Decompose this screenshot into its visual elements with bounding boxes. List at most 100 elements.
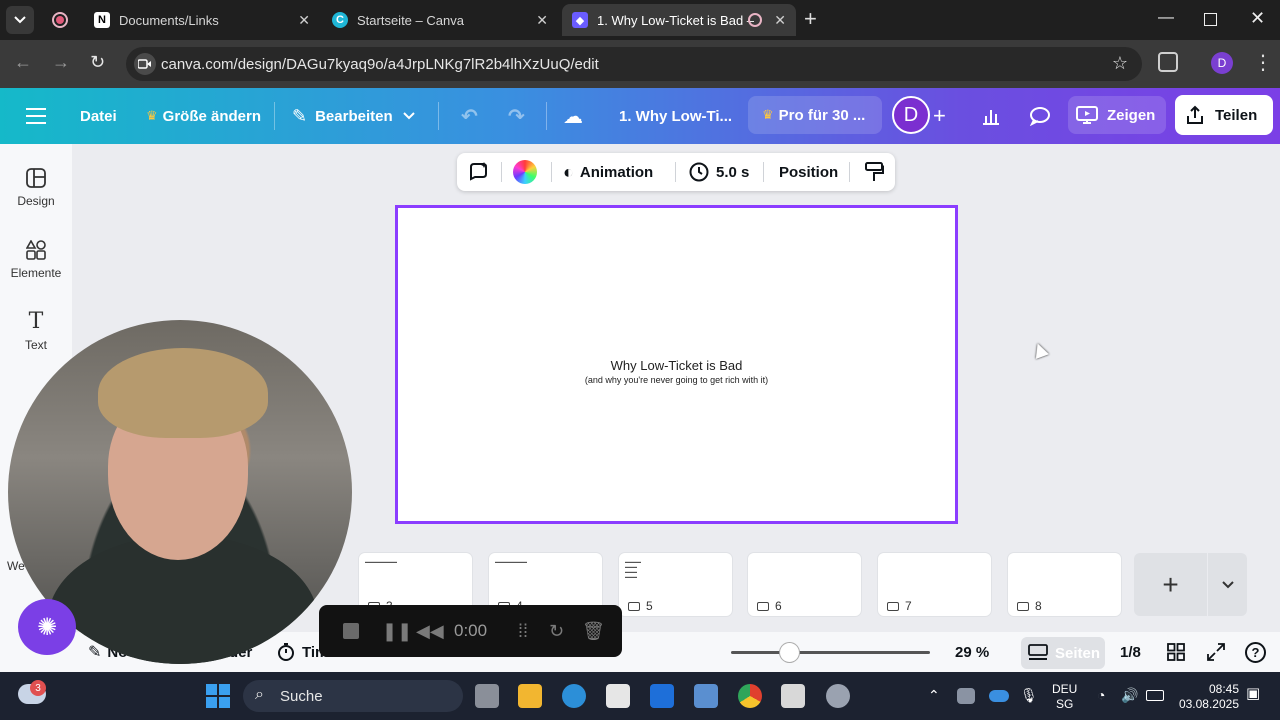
tab-search-button[interactable] — [6, 6, 34, 34]
restart-icon[interactable]: ↻ — [549, 605, 564, 657]
close-icon[interactable]: ✕ — [774, 12, 786, 29]
recorder-app-icon[interactable] — [781, 684, 805, 708]
slide-subtitle[interactable]: (and why you're never going to get rich … — [398, 375, 955, 385]
page-number: 6 — [775, 599, 782, 613]
rewind-icon[interactable]: ◀◀ — [416, 605, 444, 657]
restore-icon[interactable] — [1204, 13, 1217, 26]
clock[interactable]: 08:45 03.08.2025 — [1175, 682, 1239, 712]
sidebar-item-design[interactable]: Design — [0, 168, 72, 208]
task-view-icon[interactable] — [475, 684, 499, 708]
animation-button[interactable]: ◐ Animation — [563, 153, 653, 191]
tray-app-icon[interactable] — [957, 688, 975, 704]
back-icon[interactable]: ← — [14, 52, 32, 73]
magic-assistant-button[interactable]: ✺ — [18, 599, 76, 655]
sidebar-item-label: Text — [24, 338, 47, 352]
page-thumbnail-5[interactable]: ▬▬▬▬ ▬▬▬ ▬▬▬ ▬▬▬ 5 — [619, 553, 732, 616]
tab-startseite-canva[interactable]: C Startseite – Canva ✕ — [322, 4, 558, 36]
present-icon — [1076, 106, 1098, 124]
tab-title: Startseite – Canva — [357, 12, 464, 28]
add-page-options-button[interactable] — [1208, 553, 1247, 616]
present-button[interactable]: Zeigen — [1068, 96, 1166, 134]
menu-icon[interactable] — [26, 108, 46, 129]
pages-view-button[interactable]: Seiten — [1021, 637, 1105, 669]
invite-plus-icon[interactable]: + — [933, 88, 946, 144]
sidebar-item-elements[interactable]: Elemente — [0, 240, 72, 280]
ai-edit-icon[interactable] — [467, 153, 489, 191]
settings-icon[interactable] — [826, 684, 850, 708]
taskbar-search[interactable]: ⌕ Suche — [243, 680, 463, 712]
tab-why-low-ticket[interactable]: ◆ 1. Why Low-Ticket is Bad – ✕ — [562, 4, 796, 36]
microphone-icon[interactable]: 🎙 — [1020, 688, 1038, 703]
crown-icon: ♛ — [762, 107, 774, 122]
browser-tab-strip: N Documents/Links ✕ C Startseite – Canva… — [0, 0, 1280, 40]
app-icon[interactable] — [650, 684, 674, 708]
trash-icon[interactable]: 🗑 — [582, 605, 605, 657]
copy-style-icon[interactable] — [864, 153, 884, 191]
file-explorer-icon[interactable] — [518, 684, 542, 708]
onedrive-icon[interactable] — [989, 690, 1009, 702]
language-indicator[interactable]: DEU SG — [1052, 682, 1077, 712]
document-title[interactable]: 1. Why Low-Ti... — [619, 88, 732, 144]
fullscreen-icon[interactable] — [1207, 632, 1225, 672]
duration-button[interactable]: 5.0 s — [689, 153, 749, 191]
sidebar-item-text[interactable]: T Text — [0, 311, 72, 353]
drag-handle-icon[interactable]: ⁞⁞ — [518, 605, 528, 657]
resize-button[interactable]: ♛ Größe ändern — [146, 88, 261, 144]
close-icon[interactable]: ✕ — [536, 12, 548, 29]
tab-documents-links[interactable]: N Documents/Links ✕ — [84, 4, 320, 36]
extensions-icon[interactable] — [1158, 52, 1178, 72]
animation-label: Animation — [579, 163, 654, 181]
insights-icon[interactable] — [981, 88, 1001, 144]
bookmark-star-icon[interactable]: ☆ — [1112, 53, 1128, 74]
slide-title[interactable]: Why Low-Ticket is Bad — [398, 358, 955, 373]
close-window-icon[interactable]: ✕ — [1250, 8, 1265, 29]
recording-icon[interactable] — [52, 12, 68, 28]
stop-icon[interactable] — [343, 605, 359, 657]
volume-icon[interactable]: 🔊 — [1121, 688, 1138, 703]
share-button[interactable]: Teilen — [1175, 95, 1273, 135]
profile-avatar[interactable]: D — [1211, 52, 1233, 74]
page-counter[interactable]: 1/8 — [1120, 632, 1141, 672]
grid-view-icon[interactable] — [1167, 632, 1185, 672]
edit-button[interactable]: ✎ Bearbeiten — [292, 88, 415, 144]
store-icon[interactable] — [606, 684, 630, 708]
reload-icon[interactable]: ↻ — [90, 52, 105, 73]
undo-icon[interactable]: ↶ — [461, 88, 478, 144]
new-tab-button[interactable]: + — [804, 8, 817, 30]
close-icon[interactable]: ✕ — [298, 12, 310, 29]
page-thumbnail-6[interactable]: 6 — [748, 553, 861, 616]
pause-icon[interactable]: ❚❚ — [382, 605, 412, 657]
wifi-icon[interactable]: ◔ — [1097, 688, 1105, 703]
battery-icon[interactable] — [1146, 690, 1164, 701]
browser-menu-icon[interactable]: ⋮ — [1253, 50, 1273, 75]
edge-icon[interactable] — [562, 684, 586, 708]
zoom-slider-handle[interactable] — [780, 643, 799, 662]
omnibox[interactable]: canva.com/design/DAGu7kyaq9o/a4JrpLNKg7l… — [126, 47, 1142, 81]
minimize-icon[interactable]: — — [1158, 9, 1174, 27]
recording-time: 0:00 — [454, 605, 487, 657]
notifications-icon[interactable]: ▣ — [1246, 686, 1260, 701]
comment-icon[interactable] — [1029, 88, 1051, 144]
url-text[interactable]: canva.com/design/DAGu7kyaq9o/a4JrpLNKg7l… — [161, 56, 599, 73]
cloud-saved-icon[interactable]: ☁ — [563, 88, 583, 144]
forward-icon[interactable]: → — [52, 52, 70, 73]
page-thumbnail-8[interactable]: 8 — [1008, 553, 1121, 616]
page-thumbnail-7[interactable]: 7 — [878, 553, 991, 616]
chrome-icon[interactable] — [738, 684, 762, 708]
avatar[interactable]: D — [892, 96, 930, 134]
help-icon[interactable]: ? — [1245, 632, 1266, 672]
redo-icon[interactable]: ↷ — [508, 88, 525, 144]
zoom-percentage[interactable]: 29 % — [955, 632, 989, 672]
screen-recorder-controls: ❚❚ ◀◀ 0:00 ⁞⁞ ↻ 🗑 — [319, 605, 622, 657]
position-button[interactable]: Position — [779, 153, 838, 191]
windows-start-icon[interactable] — [206, 684, 230, 708]
calculator-icon[interactable] — [694, 684, 718, 708]
color-picker[interactable] — [513, 153, 537, 191]
tray-chevron-icon[interactable]: ⌃ — [928, 688, 940, 703]
pro-trial-button[interactable]: ♛ Pro für 30 ... — [748, 96, 882, 134]
zoom-slider-track[interactable] — [731, 651, 930, 654]
slide-page-1[interactable]: Why Low-Ticket is Bad (and why you're ne… — [395, 205, 958, 524]
site-info-icon[interactable] — [134, 53, 156, 75]
add-page-button[interactable]: + — [1134, 553, 1207, 616]
file-menu-button[interactable]: Datei — [80, 88, 117, 144]
